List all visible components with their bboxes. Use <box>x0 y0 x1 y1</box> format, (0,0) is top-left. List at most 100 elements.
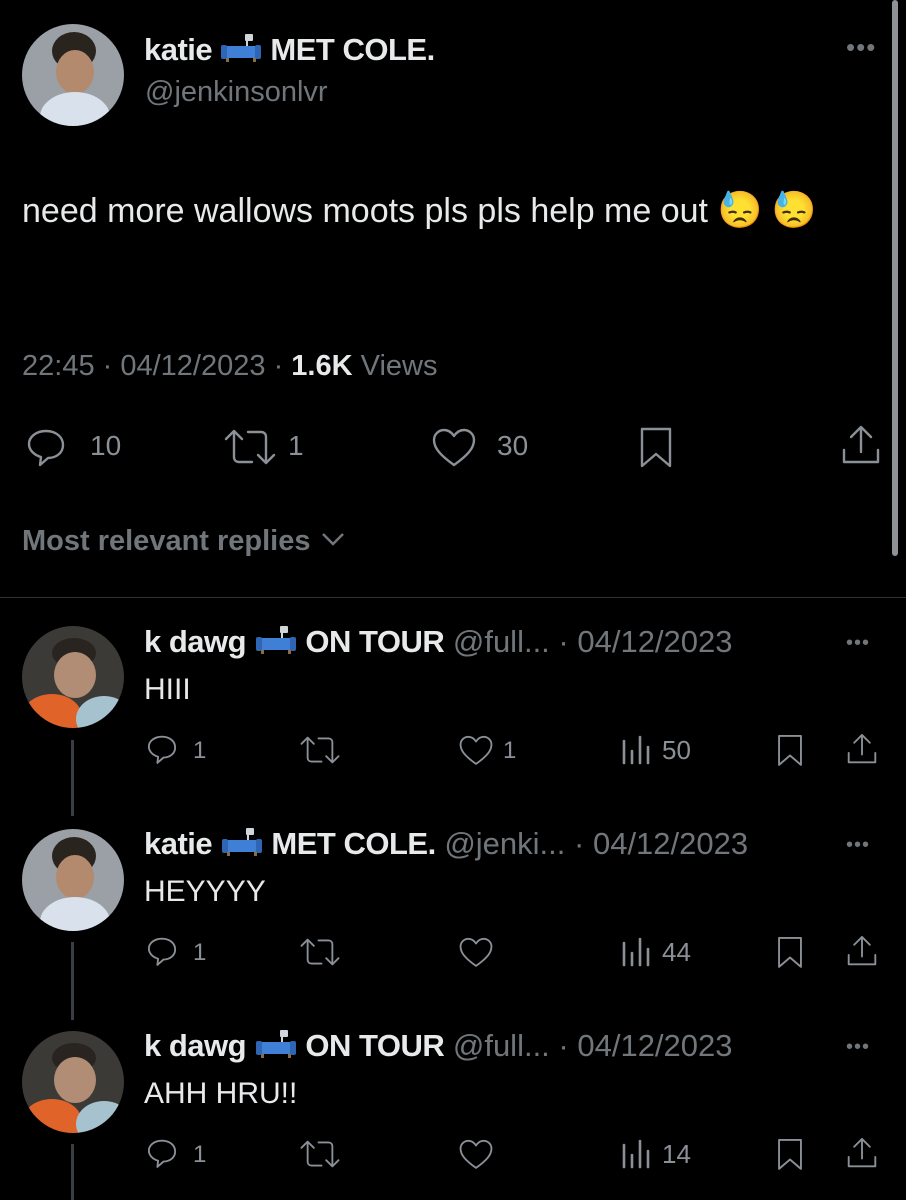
reply-button[interactable] <box>24 425 68 474</box>
reply-button[interactable] <box>145 1136 179 1175</box>
divider <box>0 597 906 598</box>
couch-emoji-icon <box>221 828 262 856</box>
bookmark-button[interactable] <box>774 934 806 975</box>
reply-button[interactable] <box>145 732 179 771</box>
reply-icon <box>147 1139 177 1168</box>
more-icon[interactable]: ••• <box>846 34 876 60</box>
reply-text: HIII <box>144 673 191 706</box>
reply-icon <box>147 735 177 764</box>
display-name[interactable]: k dawg <box>144 1028 247 1063</box>
reply-header: k dawg ON TOUR @full... · 04/12/2023 <box>144 624 733 660</box>
bookmark-button[interactable] <box>774 732 806 773</box>
retweet-count: 1 <box>288 430 304 461</box>
tweet-meta: 22:45 · 04/12/2023 · 1.6K Views <box>22 350 438 382</box>
retweet-button[interactable] <box>222 425 278 474</box>
like-count: 1 <box>503 737 517 764</box>
views-count: 50 <box>662 735 691 765</box>
retweet-icon <box>300 736 340 764</box>
retweet-icon <box>300 1140 340 1168</box>
views-button[interactable] <box>620 1137 652 1174</box>
display-name-suffix[interactable]: ON TOUR <box>305 624 444 659</box>
reply-count: 1 <box>193 939 207 966</box>
reply-count: 1 <box>193 737 207 764</box>
handle[interactable]: @jenkinsonlvr <box>145 76 328 109</box>
thread-line <box>71 740 74 816</box>
views-label: Views <box>360 350 438 382</box>
display-name-suffix[interactable]: ON TOUR <box>305 1028 444 1063</box>
avatar[interactable] <box>22 626 124 728</box>
share-button[interactable] <box>844 731 880 772</box>
reply-count: 10 <box>90 430 122 461</box>
reply-count: 1 <box>193 1141 207 1168</box>
heart-icon <box>459 735 493 765</box>
couch-emoji-icon <box>255 626 296 654</box>
heart-icon <box>432 428 476 467</box>
avatar[interactable] <box>22 1031 124 1133</box>
couch-emoji-icon <box>221 34 262 62</box>
handle[interactable]: @jenki... <box>444 826 565 861</box>
views-button[interactable] <box>620 733 652 770</box>
more-icon[interactable]: ••• <box>846 1037 870 1057</box>
bookmark-button[interactable] <box>636 424 676 475</box>
couch-emoji-icon <box>255 1030 296 1058</box>
tweet-date[interactable]: 04/12/2023 <box>120 350 265 382</box>
display-name[interactable]: katie <box>144 826 213 861</box>
reply-date[interactable]: · 04/12/2023 <box>558 1028 732 1063</box>
reply-icon <box>27 429 65 467</box>
handle[interactable]: @full... <box>453 624 550 659</box>
retweet-button[interactable] <box>298 733 342 772</box>
reply-text: HEYYYY <box>144 875 266 908</box>
bookmark-icon <box>640 427 672 468</box>
views-icon <box>622 937 650 967</box>
share-button[interactable] <box>838 422 884 473</box>
bookmark-icon <box>778 936 802 968</box>
avatar[interactable] <box>22 24 124 126</box>
more-icon[interactable]: ••• <box>846 633 870 653</box>
share-icon <box>847 733 877 764</box>
share-button[interactable] <box>844 933 880 974</box>
handle[interactable]: @full... <box>453 1028 550 1063</box>
sweat-emoji: 😓 <box>771 189 817 230</box>
views-count: 1.6K <box>291 350 353 382</box>
like-button[interactable] <box>457 1137 495 1176</box>
heart-icon <box>459 937 493 967</box>
reply-text: AHH HRU!! <box>144 1077 298 1110</box>
retweet-icon <box>224 429 276 465</box>
more-icon[interactable]: ••• <box>846 835 870 855</box>
bookmark-icon <box>778 1138 802 1170</box>
reply-date[interactable]: · 04/12/2023 <box>558 624 732 659</box>
thread-line <box>71 1144 74 1200</box>
views-count: 14 <box>662 1139 691 1169</box>
bookmark-icon <box>778 734 802 766</box>
like-count: 30 <box>497 430 529 461</box>
share-icon <box>847 935 877 966</box>
replies-sort-header[interactable]: Most relevant replies <box>22 525 347 558</box>
reply-icon <box>147 937 177 966</box>
thread-line <box>71 942 74 1020</box>
share-icon <box>842 425 880 464</box>
tweet-time[interactable]: 22:45 <box>22 350 95 382</box>
display-name[interactable]: k dawg <box>144 624 247 659</box>
reply-date[interactable]: · 04/12/2023 <box>574 826 748 861</box>
retweet-button[interactable] <box>298 935 342 974</box>
share-icon <box>847 1137 877 1168</box>
sweat-emoji: 😓 <box>717 189 763 230</box>
reply-header: katie MET COLE. @jenki... · 04/12/2023 <box>144 826 748 862</box>
bookmark-button[interactable] <box>774 1136 806 1177</box>
like-button[interactable] <box>457 733 495 772</box>
like-button[interactable] <box>430 425 478 474</box>
avatar[interactable] <box>22 829 124 931</box>
views-icon <box>622 735 650 765</box>
tweet-text: need more wallows moots pls pls help me … <box>22 189 817 230</box>
share-button[interactable] <box>844 1135 880 1176</box>
retweet-button[interactable] <box>298 1137 342 1176</box>
retweet-icon <box>300 938 340 966</box>
reply-button[interactable] <box>145 934 179 973</box>
scrollbar[interactable] <box>892 0 898 556</box>
views-count: 44 <box>662 937 691 967</box>
like-button[interactable] <box>457 935 495 974</box>
views-button[interactable] <box>620 935 652 972</box>
display-name[interactable]: katie MET COLE. <box>144 32 435 68</box>
display-name-suffix[interactable]: MET COLE. <box>271 826 436 861</box>
heart-icon <box>459 1139 493 1169</box>
